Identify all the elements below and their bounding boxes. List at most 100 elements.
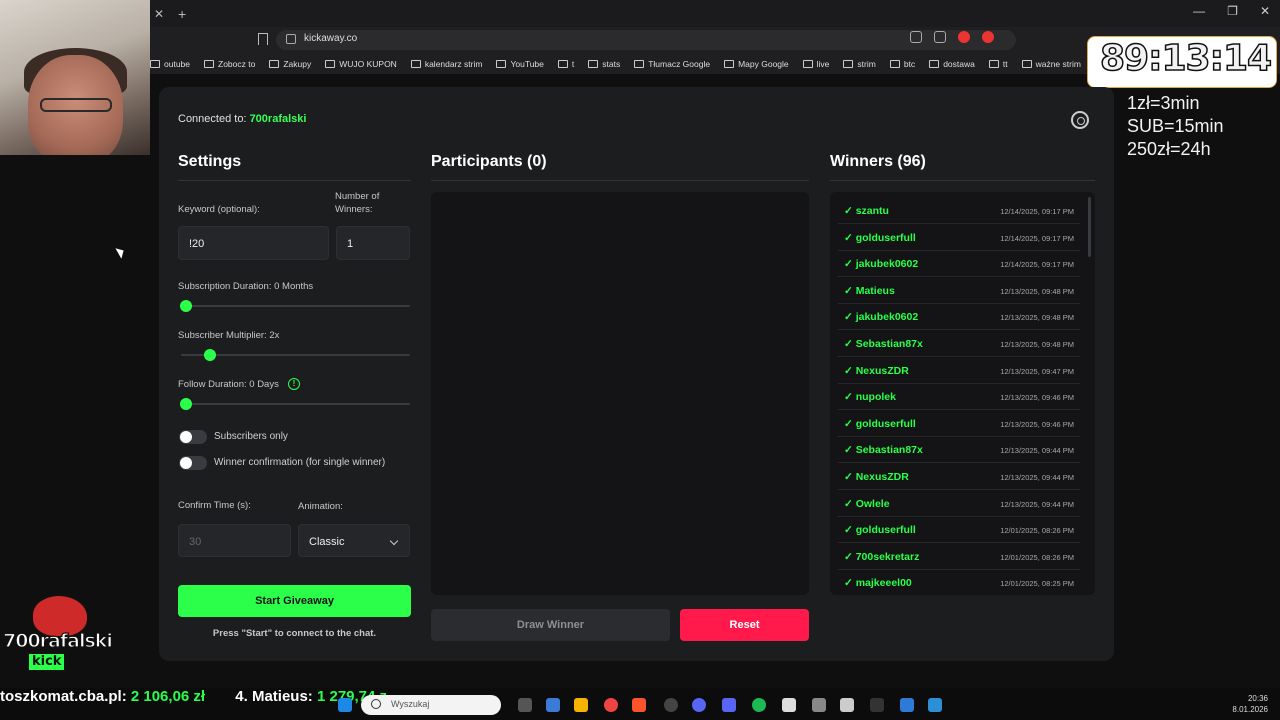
winner-name: ✓ nupolek: [844, 391, 896, 404]
files-icon[interactable]: [574, 698, 588, 712]
new-tab-icon[interactable]: +: [178, 6, 186, 22]
bookmark-icon[interactable]: [258, 33, 268, 45]
follow-duration-knob[interactable]: [180, 398, 192, 410]
winner-timestamp: 12/13/2025, 09:48 PM: [1000, 340, 1074, 349]
reset-button[interactable]: Reset: [680, 609, 809, 641]
bookmark-label: btc: [903, 58, 916, 69]
calculator-icon[interactable]: [812, 698, 826, 712]
gear-icon[interactable]: [1071, 111, 1089, 129]
bookmark-item[interactable]: strim: [843, 58, 876, 69]
discord-icon[interactable]: [722, 698, 736, 712]
winner-name: ✓ majkeeel00: [844, 577, 912, 590]
bookmark-label: Mapy Google: [738, 58, 789, 69]
winner-timestamp: 12/14/2025, 09:17 PM: [1000, 260, 1074, 270]
keyword-input[interactable]: !20: [178, 226, 329, 260]
close-window-icon[interactable]: ✕: [1260, 4, 1270, 18]
start-giveaway-button[interactable]: Start Giveaway: [178, 585, 411, 617]
winner-timestamp: 12/13/2025, 09:47 PM: [1000, 366, 1074, 376]
bookmark-item[interactable]: Zobocz to: [204, 59, 255, 69]
task-view-icon[interactable]: [518, 698, 532, 712]
bookmark-item[interactable]: Zakupy: [269, 59, 311, 69]
bookmark-label: Zakupy: [283, 58, 312, 69]
subscribers-only-label: Subscribers only: [214, 431, 288, 442]
brave-shield-icon[interactable]: [958, 31, 970, 43]
bookmark-item[interactable]: tt: [988, 59, 1008, 69]
bookmark-item[interactable]: Tłumacz Google: [634, 59, 710, 69]
winner-confirmation-toggle[interactable]: [179, 456, 207, 470]
translate-icon[interactable]: [910, 31, 922, 43]
rule-line: 250zł=24h: [1127, 139, 1211, 159]
app-icon[interactable]: [928, 698, 942, 712]
brave-rewards-icon[interactable]: [982, 31, 994, 43]
draw-winner-button[interactable]: Draw Winner: [431, 609, 670, 641]
bookmark-item[interactable]: outube: [150, 59, 190, 69]
subscription-duration-label: Subscription Duration: 0 Months: [178, 281, 314, 292]
system-clock[interactable]: 20:36 8.01.2026: [1232, 693, 1268, 715]
bookmark-item[interactable]: WUJO KUPON: [325, 59, 397, 69]
follow-duration-slider[interactable]: [181, 403, 410, 405]
spotify-icon[interactable]: [752, 698, 766, 712]
x-icon[interactable]: [840, 698, 854, 712]
site-info-icon[interactable]: [286, 34, 296, 44]
animation-select[interactable]: Classic: [298, 524, 410, 557]
winners-scrollbar[interactable]: [1088, 197, 1091, 257]
windows-start-icon[interactable]: [338, 698, 352, 712]
folder-icon: [269, 59, 280, 68]
winner-name: ✓ 700sekretarz: [844, 550, 920, 563]
winner-timestamp: 12/13/2025, 09:44 PM: [1000, 446, 1074, 456]
subscription-duration-knob[interactable]: [180, 300, 192, 312]
info-icon[interactable]: !: [288, 378, 300, 390]
bookmark-item[interactable]: YouTube: [496, 59, 544, 69]
confirm-time-input[interactable]: 30: [178, 524, 291, 557]
connection-status: Connected to: 700rafalski: [178, 113, 306, 125]
winner-row: ✓ jakubek0602 12/13/2025, 09:48 PM: [838, 304, 1080, 331]
obs-icon[interactable]: [664, 698, 678, 712]
divider: [830, 180, 1095, 181]
bookmark-label: stats: [602, 58, 621, 69]
app-icon[interactable]: [782, 698, 796, 712]
winner-confirmation-label: Winner confirmation (for single winner): [214, 457, 386, 468]
url-field[interactable]: kickaway.co: [276, 30, 1016, 50]
subathon-timer: 89:13:14: [1099, 37, 1273, 80]
share-icon[interactable]: [934, 31, 946, 43]
chrome-icon[interactable]: [604, 698, 618, 712]
bookmark-item[interactable]: ważne strim: [1021, 59, 1081, 69]
maximize-icon[interactable]: ❐: [1227, 4, 1238, 18]
bookmark-item[interactable]: t: [557, 58, 575, 69]
winner-name: ✓ Sebastian87x: [844, 338, 923, 350]
bookmark-item[interactable]: live: [802, 59, 829, 69]
app-icon[interactable]: [870, 698, 884, 712]
subscribers-only-toggle[interactable]: [179, 430, 207, 444]
bookmark-item[interactable]: dostawa: [929, 59, 975, 69]
app-icon[interactable]: [692, 698, 706, 712]
winner-row: ✓ majkeeel00 12/01/2025, 08:25 PM: [838, 570, 1080, 595]
app-icon[interactable]: [900, 698, 914, 712]
winners-count-label: Number of Winners:: [335, 190, 379, 216]
bookmark-item[interactable]: kalendarz strim: [410, 59, 482, 69]
bookmark-item[interactable]: stats: [588, 59, 620, 69]
close-tab-icon[interactable]: ✕: [152, 7, 166, 21]
address-bar-icons: [910, 31, 994, 43]
folder-icon: [410, 59, 421, 68]
bookmark-label: strim: [857, 58, 876, 69]
folder-icon: [634, 59, 645, 68]
subscription-duration-slider[interactable]: [181, 305, 410, 307]
folder-icon: [325, 59, 336, 68]
channel-name: 700rafalski: [249, 113, 307, 125]
explorer-icon[interactable]: [546, 698, 560, 712]
winner-name: ✓ jakubek0602: [844, 311, 919, 324]
subscriber-multiplier-knob[interactable]: [204, 349, 216, 361]
winner-name: ✓ golduserfull: [844, 417, 916, 430]
animation-value: Classic: [309, 536, 345, 548]
bookmark-item[interactable]: btc: [889, 58, 916, 69]
winners-count-input[interactable]: 1: [336, 226, 410, 260]
brave-icon[interactable]: [632, 698, 646, 712]
connected-label: Connected to:: [178, 113, 247, 125]
bookmark-item[interactable]: Mapy Google: [724, 59, 789, 69]
webcam-glasses: [40, 98, 112, 112]
bookmark-label: t: [571, 58, 575, 69]
taskbar-search[interactable]: Wyszukaj: [361, 695, 501, 715]
minimize-icon[interactable]: —: [1193, 4, 1205, 18]
winner-row: ✓ Sebastian87x 12/13/2025, 09:44 PM: [838, 437, 1080, 464]
winners-list[interactable]: ✓ szantu 12/14/2025, 09:17 PM ✓ golduserfu…: [830, 192, 1095, 595]
